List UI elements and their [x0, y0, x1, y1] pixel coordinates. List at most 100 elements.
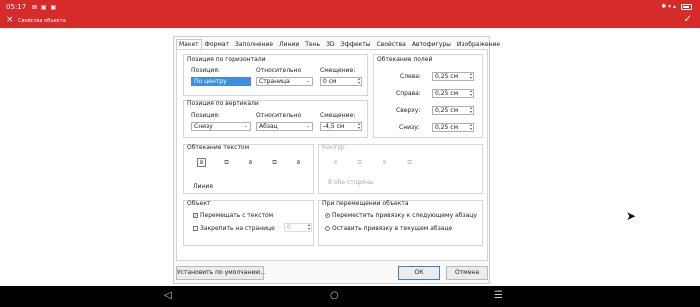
wrap-bottom-label: Снизу: [399, 124, 420, 131]
close-icon[interactable]: × [6, 15, 14, 25]
wrap-left-value: 0,25 см [435, 73, 459, 80]
tab-effects[interactable]: Эффекты [338, 39, 374, 49]
keep-anchor-label: Оставить привязку в текущем абзаце [332, 225, 453, 232]
back-icon[interactable]: ◁ [164, 290, 172, 301]
home-icon[interactable]: ○ [330, 290, 339, 301]
tab-shadow[interactable]: Тень [302, 39, 323, 49]
pin-page-value: 0 [287, 224, 291, 231]
radio-unselected-icon [325, 226, 330, 231]
chevron-down-icon: ⌄ [243, 123, 248, 129]
h-relative-value: Страница [259, 78, 290, 85]
spin-arrows-icon[interactable]: ▴ ▾ [358, 77, 360, 85]
vertical-position-title: Позиция по вертикали [187, 100, 259, 107]
v-relative-label: Относительно [256, 112, 302, 119]
contour-largest-icon: ⧉ [407, 159, 412, 166]
v-position-value: Снизу [194, 123, 213, 130]
wrap-behind-icon[interactable]: ⧉ [270, 158, 279, 167]
wrap-right-spinner[interactable]: 0,25 см ▴ ▾ [432, 89, 474, 98]
tab-lines[interactable]: Линии [276, 39, 302, 49]
chevron-down-icon: ⌄ [305, 78, 310, 84]
confirm-check-icon[interactable]: ✓ [684, 14, 692, 25]
h-offset-spinner[interactable]: 0 см ▴ ▾ [320, 77, 362, 86]
tab-properties[interactable]: Свойства [374, 39, 409, 49]
move-with-text-checkbox[interactable]: ✓ Перемещать с текстом [193, 212, 273, 219]
field-wrap-group: Обтекание полей Слева: 0,25 см ▴ ▾ Справа:… [373, 54, 483, 138]
v-relative-value: Абзац [259, 123, 278, 130]
spin-arrows-icon[interactable]: ▴ ▾ [358, 122, 360, 130]
contour-caption: В обе стороны [328, 179, 374, 186]
chevron-down-icon: ⌄ [243, 78, 248, 84]
wrap-left-spinner[interactable]: 0,25 см ▴ ▾ [432, 72, 474, 81]
contour-both-icon: ⧉ [357, 159, 362, 166]
wrap-top-label: Сверху: [396, 107, 421, 114]
vertical-position-group: Позиция по вертикали Позиция: Снизу ⌄ Отн… [183, 100, 368, 138]
contour-right-icon: ⧈ [382, 159, 387, 166]
h-offset-value: 0 см [323, 78, 337, 85]
text-wrap-title: Обтекание текстом [187, 144, 250, 151]
move-anchor-radio[interactable]: Переместить привязку к следующему абзацу [325, 212, 477, 219]
h-relative-select[interactable]: Страница ⌄ [256, 77, 313, 86]
pin-on-page-checkbox[interactable]: Закрепить на странице [193, 225, 275, 232]
object-title: Объект [187, 200, 211, 207]
contour-left-icon: ⧈ [333, 159, 338, 166]
wrap-top-value: 0,25 см [435, 107, 459, 114]
spin-arrows-icon[interactable]: ▴ ▾ [470, 106, 472, 114]
mouse-cursor-icon: ➤ [626, 209, 637, 223]
menu-icon[interactable]: ☰ [494, 290, 503, 301]
checkbox-unchecked-icon [193, 226, 198, 231]
move-with-text-label: Перемещать с текстом [200, 212, 274, 219]
set-default-button[interactable]: Установить по умолчанию... [176, 266, 266, 280]
v-offset-label: Смещение: [320, 112, 356, 119]
object-group: Объект ✓ Перемещать с текстом Закрепить н… [183, 200, 314, 246]
text-wrap-caption: Линия [193, 183, 213, 190]
v-position-label: Позиция: [191, 112, 220, 119]
radio-selected-icon [325, 213, 330, 218]
wrap-bottom-value: 0,25 см [435, 124, 459, 131]
text-wrap-group: Обтекание текстом ⧈ ⧉ ⧈ ⧉ ⧈ Линия [183, 144, 314, 194]
wrap-right-label: Справа: [396, 90, 421, 97]
tab-format[interactable]: Формат [202, 39, 232, 49]
tab-image[interactable]: Изображение [454, 39, 503, 49]
wrap-top-spinner[interactable]: 0,25 см ▴ ▾ [432, 106, 474, 115]
pin-page-spinner[interactable]: 0 ▴ ▾ [284, 223, 312, 232]
spin-arrows-icon[interactable]: ▴ ▾ [470, 72, 472, 80]
v-relative-select[interactable]: Абзац ⌄ [256, 122, 313, 131]
horizontal-position-group: Позиция по горизонтали Позиция: По центр… [183, 54, 368, 96]
tab-autoshapes[interactable]: Автофигуры [409, 39, 454, 49]
v-offset-value: -4,5 см [323, 123, 345, 130]
h-position-select[interactable]: По центру ⌄ [191, 77, 251, 86]
battery-icon [681, 3, 692, 10]
keep-anchor-radio[interactable]: Оставить привязку в текущем абзаце [325, 225, 452, 232]
tab-layout[interactable]: Макет [176, 39, 202, 49]
v-offset-spinner[interactable]: -4,5 см ▴ ▾ [320, 122, 362, 131]
spin-arrows-icon[interactable]: ▴ ▾ [470, 89, 472, 97]
system-icons: ✱ ▾ ▴ [661, 3, 692, 10]
wrap-inline-icon[interactable]: ⧈ [197, 158, 206, 167]
navigation-bar: ◁ ○ ☰ [0, 286, 700, 307]
on-move-title: При перемещении объекта [322, 200, 409, 207]
status-bar: 05:17 ⊠ ▣ ▣ ✱ ▾ ▴ [0, 0, 700, 14]
tab-fill[interactable]: Заполнение [232, 39, 276, 49]
clock: 05:17 [6, 3, 27, 11]
h-position-label: Позиция: [191, 67, 220, 74]
wrap-left-label: Слева: [400, 73, 421, 80]
wrap-tight-icon[interactable]: ⧈ [246, 158, 255, 167]
tab-bar: Макет Формат Заполнение Линии Тень 3D Эф… [176, 39, 503, 49]
ok-button[interactable]: ОК [398, 266, 440, 280]
wrap-square-icon[interactable]: ⧉ [222, 158, 231, 167]
status-icons: ✱ ▾ ▴ [661, 3, 677, 10]
move-anchor-label: Переместить привязку к следующему абзацу [332, 212, 477, 219]
checkbox-checked-icon: ✓ [193, 213, 198, 218]
layout-panel: Позиция по горизонтали Позиция: По центр… [176, 49, 488, 261]
tab-3d[interactable]: 3D [323, 39, 337, 49]
wrap-front-icon[interactable]: ⧈ [294, 158, 303, 167]
spin-arrows-icon[interactable]: ▴ ▾ [308, 223, 310, 231]
h-relative-label: Относительно [256, 67, 302, 74]
h-offset-label: Смещение: [320, 67, 356, 74]
contour-group: Контур ⧈ ⧉ ⧈ ⧉ В обе стороны [318, 144, 483, 194]
contour-title: Контур [322, 144, 345, 151]
v-position-select[interactable]: Снизу ⌄ [191, 122, 251, 131]
wrap-bottom-spinner[interactable]: 0,25 см ▴ ▾ [432, 123, 474, 132]
cancel-button[interactable]: Отмена [446, 266, 488, 280]
spin-arrows-icon[interactable]: ▴ ▾ [470, 123, 472, 131]
